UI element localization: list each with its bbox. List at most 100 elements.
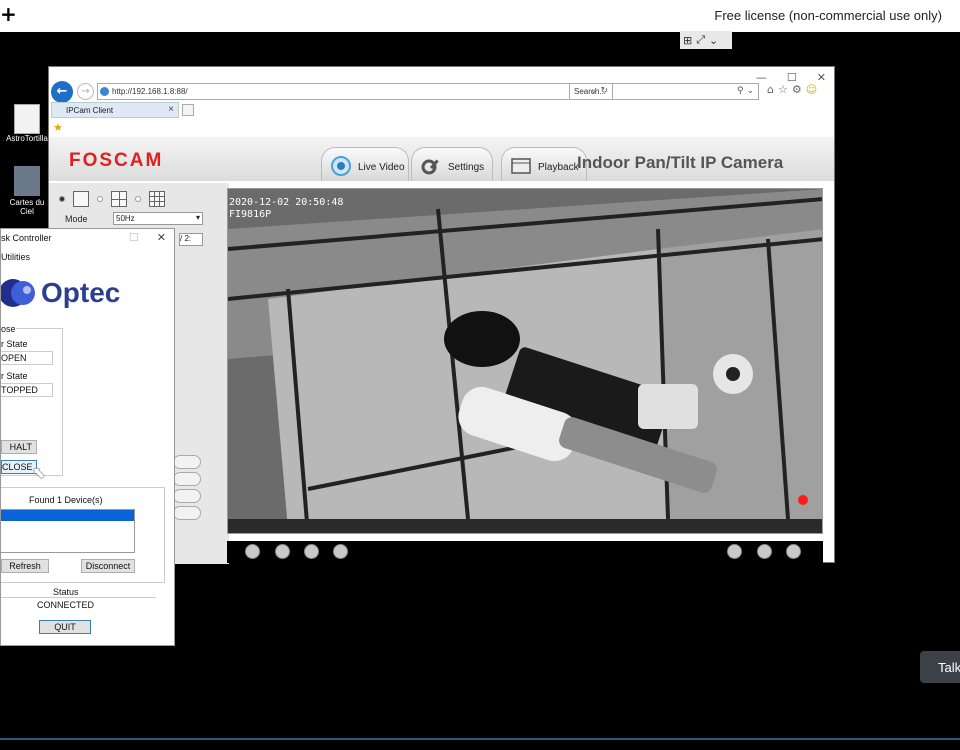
talk-icon[interactable] xyxy=(304,544,319,559)
desktop-icon-cartes-du-ciel[interactable]: Cartes du Ciel xyxy=(2,166,52,216)
rotation-state-label: r State xyxy=(1,371,28,381)
record-icon[interactable] xyxy=(757,544,772,559)
fullscreen-icon[interactable] xyxy=(786,544,801,559)
shutter-state-value: OPEN xyxy=(1,351,53,365)
tab-label: Playback xyxy=(538,162,579,173)
menu-utilities[interactable]: Utilities xyxy=(1,252,30,262)
browser-tab[interactable]: IPCam Client × xyxy=(51,102,179,118)
video-control-bar xyxy=(227,541,823,563)
mode-select[interactable]: 50Hz ▾ xyxy=(113,212,203,225)
ie-page-icon xyxy=(100,87,109,96)
chevron-down-icon[interactable]: ⌄ xyxy=(709,34,718,47)
tab-title: IPCam Client xyxy=(66,106,114,115)
browser-icons: ⌂ ☆ ⚙ ☺ xyxy=(767,83,817,96)
device-list[interactable] xyxy=(1,509,135,553)
status-value: CONNECTED xyxy=(37,600,95,610)
talk-button[interactable]: Talk xyxy=(920,651,960,683)
search-icon[interactable]: ⚲ ⌄ xyxy=(737,86,754,96)
tab-label: Settings xyxy=(448,162,485,173)
home-icon[interactable]: ⌂ xyxy=(767,83,774,96)
foscam-logo: FOSCAM xyxy=(69,150,164,171)
desktop-icon-astrotortilla[interactable]: AstroTortilla xyxy=(2,104,52,143)
stream-value: / 2: xyxy=(180,234,192,243)
favorites-icon[interactable]: ☆ xyxy=(778,83,788,96)
disconnect-button[interactable]: Disconnect xyxy=(81,559,135,573)
forward-button[interactable]: → xyxy=(77,83,94,100)
quad-view-icon[interactable] xyxy=(111,191,127,207)
camera-scene xyxy=(228,189,822,533)
play-icon[interactable] xyxy=(245,544,260,559)
chevron-down-icon: ▾ xyxy=(195,213,200,222)
audio-icon[interactable] xyxy=(333,544,348,559)
tab-playback[interactable]: Playback xyxy=(501,147,587,181)
layout-radio-1[interactable] xyxy=(59,196,65,202)
grid-icon[interactable]: ⊞ xyxy=(683,34,692,47)
foscam-header: FOSCAM Live Video Settings Playback Indo… xyxy=(49,137,834,181)
halt-button[interactable]: HALT xyxy=(1,440,37,454)
video-osd: 2020-12-02 20:50:48 FI9816P xyxy=(229,197,343,221)
mouse-cursor-icon: ⬉ xyxy=(32,463,46,482)
webcam-icon xyxy=(331,156,351,176)
remote-toolbar: ⊞ ⤢ ⌄ xyxy=(680,31,732,49)
found-devices-label: Found 1 Device(s) xyxy=(29,495,103,505)
search-placeholder: Search... xyxy=(574,87,607,96)
stream-select[interactable]: / 2: xyxy=(179,233,203,246)
add-icon[interactable]: + xyxy=(0,2,17,26)
film-icon xyxy=(511,158,531,174)
maximize-icon[interactable]: ☐ xyxy=(129,231,139,244)
nine-view-icon[interactable] xyxy=(149,191,165,207)
sky-map-icon xyxy=(14,166,40,196)
optec-logo-icon xyxy=(1,279,35,307)
top-bar: + Free license (non-commercial use only) xyxy=(0,0,960,32)
rotation-state-value: TOPPED xyxy=(1,383,53,397)
shutter-state-label: r State xyxy=(1,339,28,349)
device-list-item[interactable] xyxy=(1,510,134,521)
mode-value: 50Hz xyxy=(116,214,135,223)
panel-button-2[interactable] xyxy=(173,472,201,486)
status-divider xyxy=(1,597,156,598)
panel-button-3[interactable] xyxy=(173,489,201,503)
document-icon xyxy=(14,104,40,134)
panel-button-4[interactable] xyxy=(173,506,201,520)
new-tab-button[interactable] xyxy=(182,104,194,116)
fullscreen-icon[interactable]: ⤢ xyxy=(696,33,705,47)
live-video-feed[interactable]: 2020-12-02 20:50:48 FI9816P xyxy=(227,188,823,534)
layout-radio-9[interactable] xyxy=(135,196,141,202)
product-title: Indoor Pan/Tilt IP Camera xyxy=(577,153,784,172)
dialog-window-controls: — ☐ ✕ xyxy=(100,231,166,244)
search-input[interactable]: Search... ⚲ ⌄ xyxy=(569,83,759,100)
close-icon[interactable]: ✕ xyxy=(817,71,826,84)
panel-button-1[interactable] xyxy=(173,455,201,469)
smiley-icon[interactable]: ☺ xyxy=(806,83,817,96)
desktop-icon-label: Cartes du Ciel xyxy=(9,198,45,216)
close-tab-icon[interactable]: × xyxy=(168,104,174,115)
tab-settings[interactable]: Settings xyxy=(411,147,493,181)
optec-brand: Optec xyxy=(41,277,121,308)
gear-icon[interactable]: ⚙ xyxy=(792,83,802,96)
camera-id: FI9816P xyxy=(229,209,272,220)
desktop-icon-label: AstroTortilla xyxy=(6,134,48,143)
address-bar[interactable]: http://192.168.1.8:88/ ⌄ ↻ xyxy=(97,83,613,100)
wrench-gear-icon xyxy=(421,159,439,175)
single-view-icon[interactable] xyxy=(73,191,89,207)
snapshot-icon[interactable] xyxy=(727,544,742,559)
mode-label: Mode xyxy=(65,214,88,224)
stop-icon[interactable] xyxy=(275,544,290,559)
layout-selector xyxy=(59,191,165,207)
license-text: Free license (non-commercial use only) xyxy=(714,8,942,23)
back-button[interactable]: ← xyxy=(51,81,73,103)
layout-radio-4[interactable] xyxy=(97,196,103,202)
optec-dialog: sk Controller — ☐ ✕ Utilities Optec ose … xyxy=(0,228,175,646)
record-indicator xyxy=(798,495,808,505)
group-legend: ose xyxy=(1,324,16,334)
video-timestamp: 2020-12-02 20:50:48 xyxy=(229,197,344,208)
url-text: http://192.168.1.8:88/ xyxy=(112,87,188,96)
refresh-button[interactable]: Refresh xyxy=(1,559,49,573)
taskbar-edge xyxy=(0,738,960,740)
quit-button[interactable]: QUIT xyxy=(39,620,91,634)
favorites-bar-star-icon[interactable]: ★ xyxy=(53,121,63,134)
dialog-title: sk Controller xyxy=(1,233,52,243)
close-icon[interactable]: ✕ xyxy=(157,231,166,244)
status-label: Status xyxy=(53,587,79,597)
tab-live-video[interactable]: Live Video xyxy=(321,147,409,181)
